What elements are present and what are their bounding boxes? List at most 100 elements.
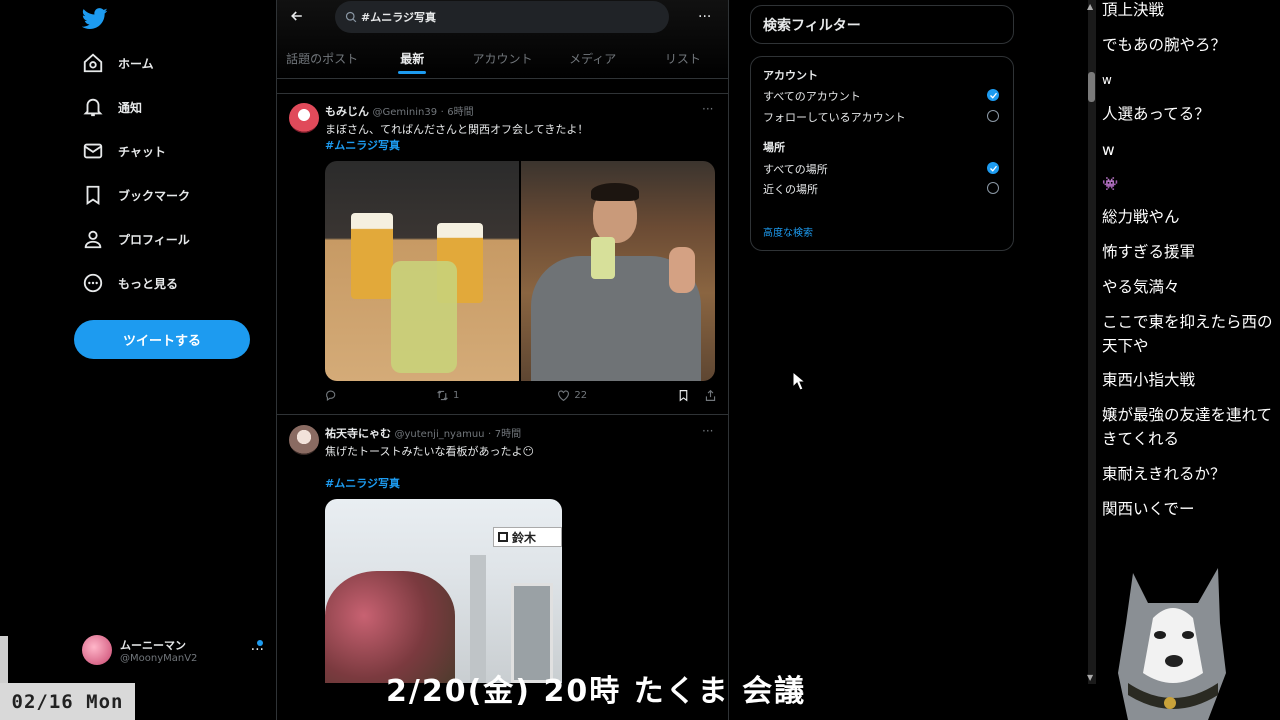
like-button[interactable]: 22	[557, 389, 587, 402]
tweet-author-handle: @yutenji_nyamuu	[394, 429, 485, 440]
nav-chat-label: チャット	[118, 144, 166, 159]
check-icon	[989, 92, 997, 99]
tab-top[interactable]: 話題のポスト	[277, 44, 367, 76]
nav-bookmarks-label: ブックマーク	[118, 188, 191, 203]
tweet-text: まぼさん、てればんださんと関西オフ会してきたよ！	[325, 123, 589, 136]
person-icon	[84, 230, 102, 249]
sidebar: ホーム 通知 チャット ブックマーク プロフィール もっと見る ツイートする ム…	[0, 0, 276, 720]
search-icon	[345, 11, 357, 23]
tweet-photo-beer-table[interactable]	[325, 161, 519, 381]
heart-icon	[558, 390, 570, 402]
chat-scroll-thumb[interactable]	[1088, 72, 1095, 102]
scroll-down-arrow-icon[interactable]: ▼	[1087, 673, 1093, 682]
nav-profile-label: プロフィール	[118, 232, 190, 247]
account-handle: @MoonyManV2	[120, 652, 198, 664]
search-query: #ムニラジ写真	[361, 11, 436, 24]
account-switcher[interactable]: ムーニーマン @MoonyManV2 ···	[82, 632, 272, 668]
bookmark-button[interactable]	[677, 389, 690, 402]
search-tabs: 話題のポスト 最新 アカウント メディア リスト	[277, 44, 728, 76]
tweet-photo-person[interactable]	[521, 161, 715, 381]
tweet-author-name[interactable]: 祐天寺にゃむ	[325, 427, 391, 440]
tweet-more-icon[interactable]: ···	[702, 102, 713, 116]
chat-message: w	[1102, 73, 1112, 87]
tweet-actions: 1 22	[325, 389, 717, 402]
tab-accounts[interactable]: アカウント	[457, 44, 547, 76]
tweet-photo-building[interactable]: 鈴木	[325, 499, 562, 683]
chat-message: 総力戦やん	[1102, 208, 1180, 226]
chat-message: ここで東を抑えたら西の天下や	[1102, 313, 1273, 355]
back-arrow-icon[interactable]	[289, 8, 309, 28]
nav-bookmarks[interactable]: ブックマーク	[82, 180, 190, 210]
search-more-icon[interactable]: ···	[698, 9, 711, 25]
tweet-text: 焦げたトーストみたいな看板があったよ😶	[325, 445, 534, 458]
drink-glass-image	[591, 237, 615, 279]
person-hair-image	[591, 183, 639, 201]
notification-dot	[257, 640, 263, 646]
mouse-cursor-icon	[792, 371, 806, 391]
nav-more[interactable]: もっと見る	[82, 268, 178, 298]
husky-avatar-image	[1118, 568, 1226, 720]
avatar	[82, 635, 112, 665]
chat-message: 東耐えきれるか？	[1102, 465, 1226, 483]
nav-profile[interactable]: プロフィール	[82, 224, 190, 254]
tweet-photo-grid[interactable]	[325, 161, 715, 381]
hashtag-link[interactable]: #ムニラジ写真	[325, 137, 400, 153]
nav-notifications[interactable]: 通知	[82, 92, 142, 122]
radio-all-places[interactable]	[987, 162, 999, 174]
home-icon	[83, 53, 103, 73]
nav-notifications-label: 通知	[118, 100, 143, 115]
chat-scrollbar[interactable]	[1088, 0, 1096, 684]
tab-latest[interactable]: 最新	[367, 44, 457, 76]
radio-all-accounts[interactable]	[987, 89, 999, 101]
tweet-author-name[interactable]: もみじん	[325, 105, 369, 118]
share-button[interactable]	[704, 389, 717, 402]
tweet-more-icon[interactable]: ···	[702, 424, 713, 438]
nav-home-label: ホーム	[118, 56, 154, 71]
shop-sign-icon	[498, 532, 508, 542]
search-input[interactable]: #ムニラジ写真	[335, 1, 669, 33]
nav-home[interactable]: ホーム	[82, 48, 154, 78]
reply-button[interactable]	[325, 389, 338, 402]
chat-message: 怖すぎる援軍	[1102, 243, 1196, 261]
filter-option-following[interactable]: フォローしているアカウント	[763, 109, 906, 125]
tab-media[interactable]: メディア	[548, 44, 638, 76]
chat-message-emoji: 👾	[1102, 177, 1119, 192]
hashtag-link[interactable]: #ムニラジ写真	[325, 475, 400, 491]
filter-title: 検索フィルター	[763, 18, 861, 34]
tweet-button[interactable]: ツイートする	[74, 320, 250, 359]
chat-message: 頂上決戦	[1102, 1, 1165, 19]
retweet-button[interactable]: 1	[436, 389, 459, 402]
chat-message: やる気満々	[1102, 278, 1180, 296]
stream-subtitle: 2/20(金) 20時 たくま 会議	[386, 674, 807, 709]
mail-icon	[83, 143, 103, 159]
building-pillar-image	[470, 555, 486, 683]
highball-glass-image	[391, 261, 457, 373]
filter-header: 検索フィルター	[750, 5, 1014, 44]
filter-option-all-accounts[interactable]: すべてのアカウント	[763, 88, 861, 104]
filter-option-nearby[interactable]: 近くの場所	[763, 181, 818, 197]
tweet-timestamp[interactable]: 7時間	[495, 429, 521, 440]
radio-following[interactable]	[987, 110, 999, 122]
twitter-bird-logo-icon[interactable]	[82, 8, 108, 30]
avatar[interactable]	[289, 425, 319, 455]
tab-lists[interactable]: リスト	[638, 44, 728, 76]
filter-option-all-places[interactable]: すべての場所	[763, 161, 828, 177]
radio-nearby[interactable]	[987, 182, 999, 194]
tweet-separator: ·	[488, 429, 492, 440]
avatar[interactable]	[289, 103, 319, 133]
nav-chat[interactable]: チャット	[82, 136, 166, 166]
tweet-header: もみじん @Geminin39 · 6時間	[325, 103, 474, 119]
filter-section-account: アカウント	[763, 69, 818, 82]
retweet-icon	[437, 390, 448, 401]
scroll-up-arrow-icon[interactable]: ▲	[1087, 2, 1093, 11]
bookmark-icon	[679, 390, 688, 402]
chat-message: 東西小指大戦	[1102, 371, 1196, 389]
date-overlay: 02/16 Mon	[0, 683, 135, 720]
shop-sign-text: 鈴木	[512, 530, 537, 545]
tweet-timestamp[interactable]: 6時間	[447, 107, 473, 118]
chat-message: 嬢が最強の友達を連れてきてくれる	[1102, 406, 1273, 448]
tweet-header: 祐天寺にゃむ @yutenji_nyamuu · 7時間	[325, 425, 521, 441]
advanced-search-link[interactable]: 高度な検索	[763, 224, 813, 239]
more-circle-icon	[83, 273, 103, 293]
shop-sign: 鈴木	[493, 527, 562, 547]
